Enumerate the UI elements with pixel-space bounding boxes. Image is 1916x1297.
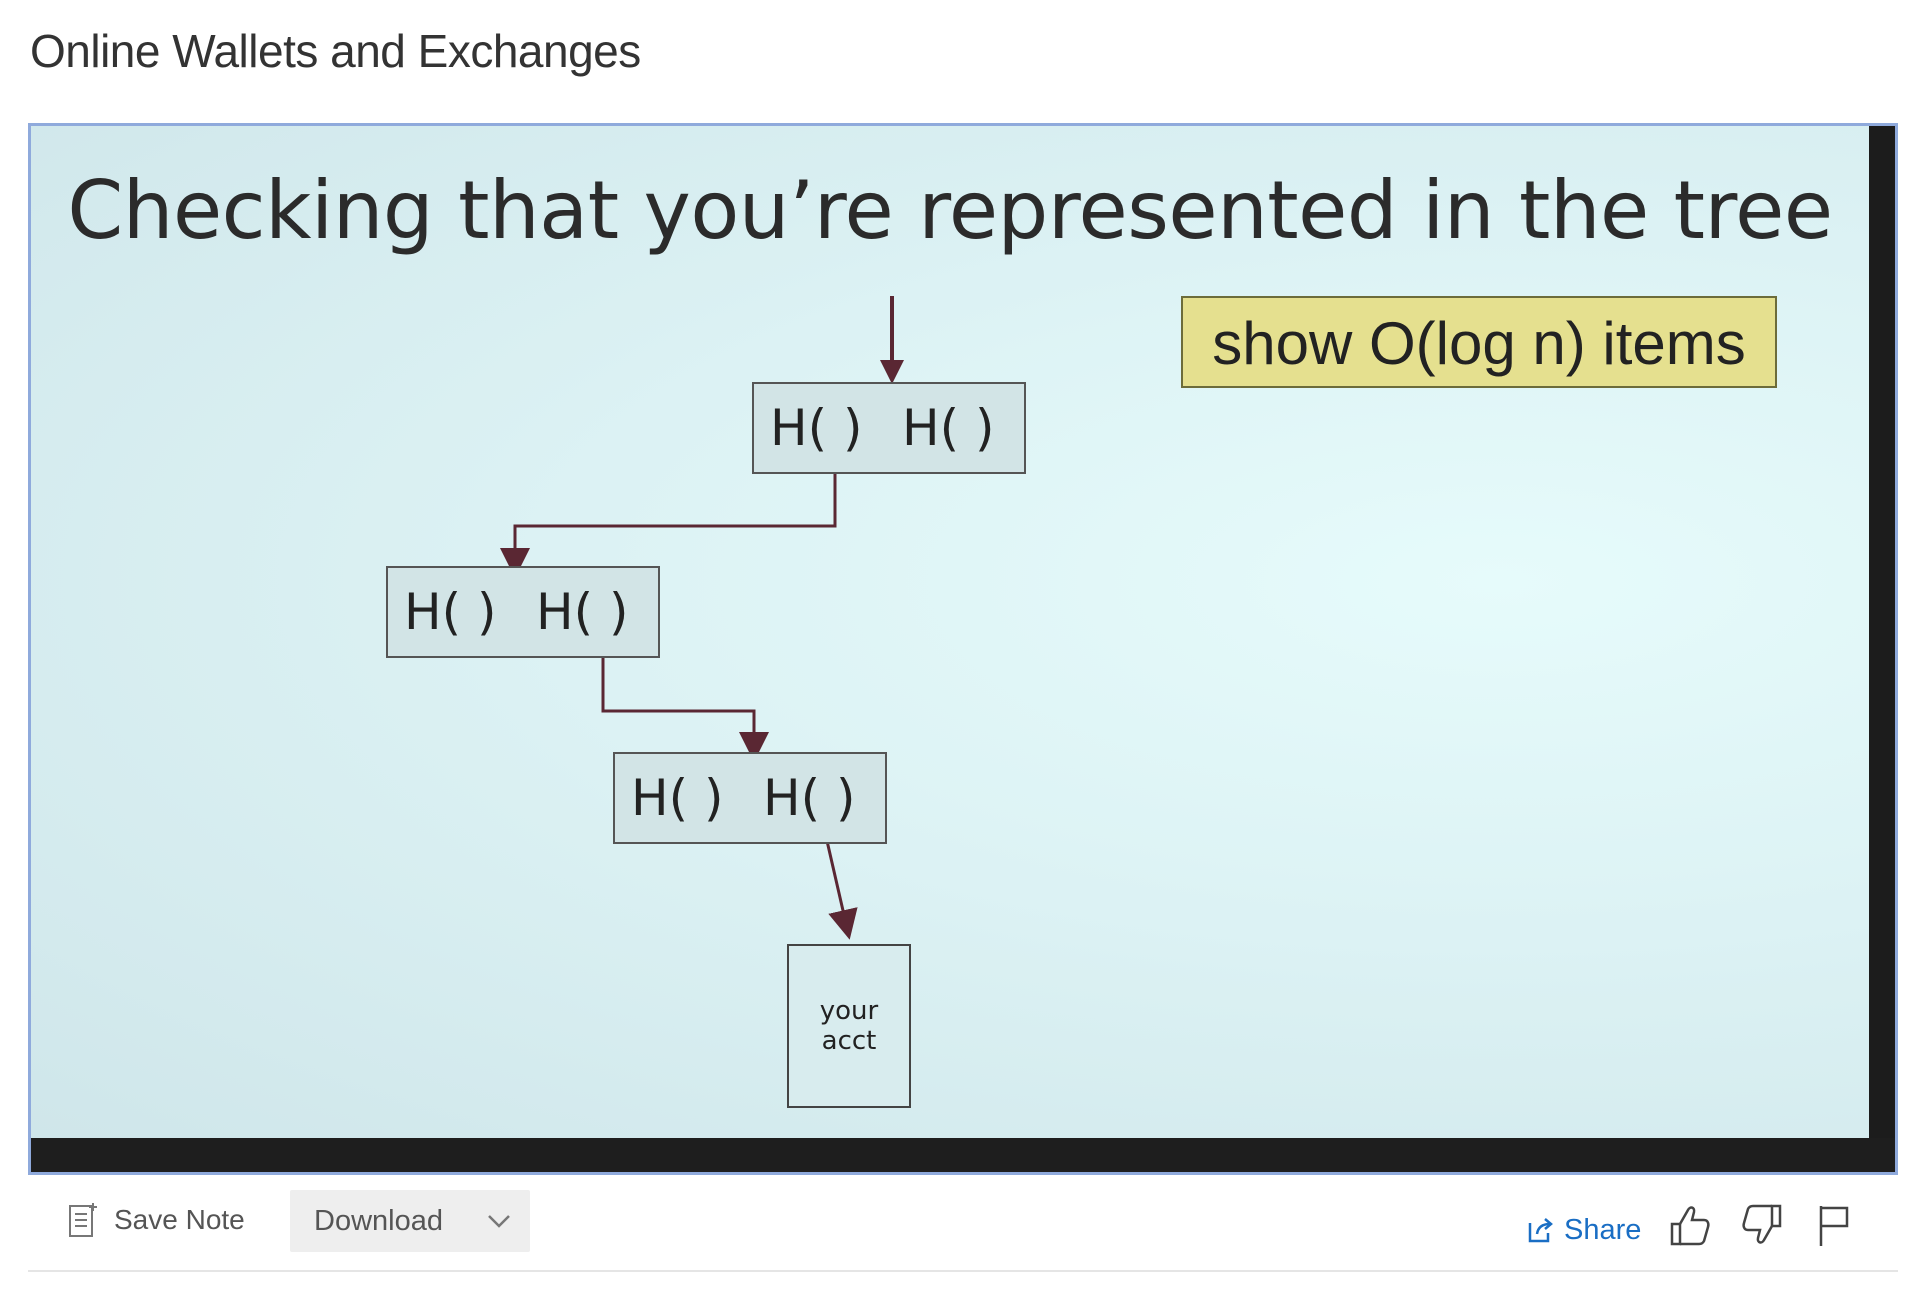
save-note-label: Save Note xyxy=(114,1204,245,1235)
hash-left: H( ) xyxy=(631,769,724,827)
hash-right: H( ) xyxy=(763,769,856,827)
lecture-video-player[interactable]: Checking that you’re represented in the … xyxy=(28,123,1898,1175)
hash-left: H( ) xyxy=(404,583,497,641)
screen-edge-bottom xyxy=(31,1138,1895,1172)
page-title: Online Wallets and Exchanges xyxy=(30,25,641,77)
hash-node-level2: H( ) H( ) xyxy=(386,566,660,658)
hash-node-level3: H( ) H( ) xyxy=(613,752,887,844)
leaf-line-2: acct xyxy=(821,1026,877,1056)
share-icon xyxy=(1528,1218,1553,1243)
tree-arrows xyxy=(500,296,904,940)
hash-left: H( ) xyxy=(770,399,863,457)
save-note-button[interactable]: Save Note xyxy=(68,1198,245,1242)
hash-right: H( ) xyxy=(536,583,629,641)
chevron-down-icon xyxy=(488,1215,510,1228)
leaf-line-1: your xyxy=(819,996,879,1026)
hash-right: H( ) xyxy=(902,399,995,457)
thumbs-down-icon[interactable] xyxy=(1740,1202,1784,1248)
share-label: Share xyxy=(1564,1213,1642,1246)
note-icon xyxy=(69,1203,97,1237)
share-button[interactable]: Share xyxy=(1526,1210,1641,1250)
slide: Checking that you’re represented in the … xyxy=(31,126,1869,1138)
screen-edge-right xyxy=(1869,126,1895,1172)
hash-node-root: H( ) H( ) xyxy=(752,382,1026,474)
thumbs-up-icon[interactable] xyxy=(1668,1202,1712,1248)
your-account-node: your acct xyxy=(787,944,911,1108)
download-label: Download xyxy=(314,1204,443,1237)
download-button[interactable]: Download xyxy=(290,1190,530,1252)
flag-icon[interactable] xyxy=(1816,1202,1852,1248)
video-toolbar: Save Note Download Share xyxy=(28,1178,1898,1272)
